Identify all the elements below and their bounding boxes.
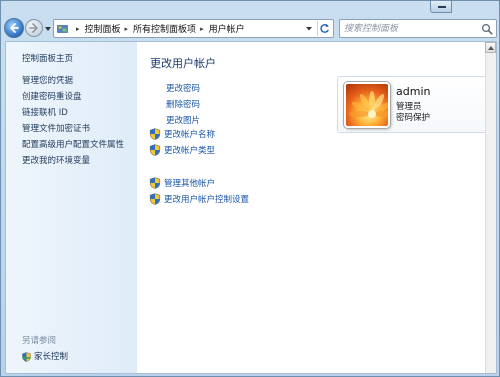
scroll-up-button[interactable] xyxy=(485,42,496,53)
manage-other-accounts-link[interactable]: 管理其他帐户 xyxy=(149,177,215,189)
recent-pages-dropdown-icon[interactable] xyxy=(44,25,52,33)
back-arrow-icon xyxy=(10,23,19,33)
sidebar-parental-controls[interactable]: 家长控制 xyxy=(22,350,68,362)
main-pane: 更改用户帐户 更改密码 删除密码 更改图片 更改帐户名称 更改帐户类型 管理其他… xyxy=(137,42,492,373)
minimize-button[interactable] xyxy=(430,1,452,13)
breadcrumb-control-panel[interactable]: 控制面板 xyxy=(85,22,121,35)
uac-shield-icon xyxy=(149,144,161,156)
sidebar-file-encryption-certificates[interactable]: 管理文件加密证书 xyxy=(22,122,90,134)
change-password-link[interactable]: 更改密码 xyxy=(166,82,200,94)
back-button[interactable] xyxy=(4,18,24,38)
breadcrumb-separator[interactable]: ▸ xyxy=(76,25,80,33)
breadcrumb-all-items[interactable]: 所有控制面板项 xyxy=(133,22,196,35)
breadcrumb-separator[interactable]: ▸ xyxy=(125,25,129,33)
change-uac-settings-label: 更改用户帐户控制设置 xyxy=(164,195,250,205)
remove-password-link[interactable]: 删除密码 xyxy=(166,98,200,110)
control-panel-icon xyxy=(57,25,68,33)
sidebar-link-online-id[interactable]: 链接联机 ID xyxy=(22,106,68,118)
address-history-dropdown-icon[interactable] xyxy=(303,20,315,37)
page-title: 更改用户帐户 xyxy=(150,57,216,70)
account-picture xyxy=(344,82,390,128)
forward-button[interactable] xyxy=(25,19,43,37)
change-account-name-link[interactable]: 更改帐户名称 xyxy=(149,128,215,140)
content-area: 控制面板主页 管理您的凭据 创建密码重设盘 链接联机 ID 管理文件加密证书 配… xyxy=(5,41,497,374)
change-uac-settings-link[interactable]: 更改用户帐户控制设置 xyxy=(149,193,249,205)
forward-arrow-icon xyxy=(29,23,38,33)
search-icon[interactable] xyxy=(481,23,493,35)
breadcrumb-separator[interactable]: ▸ xyxy=(200,25,204,33)
sidebar-password-reset-disk[interactable]: 创建密码重设盘 xyxy=(22,90,82,102)
sidebar-advanced-profile-properties[interactable]: 配置高级用户配置文件属性 xyxy=(22,138,124,150)
search-box xyxy=(339,19,497,38)
sidebar-control-panel-home[interactable]: 控制面板主页 xyxy=(22,52,73,64)
sidebar-environment-variables[interactable]: 更改我的环境变量 xyxy=(22,154,90,166)
uac-shield-icon xyxy=(22,351,31,362)
address-bar[interactable]: ▸ 控制面板 ▸ 所有控制面板项 ▸ 用户帐户 xyxy=(53,19,334,38)
change-account-name-label: 更改帐户名称 xyxy=(164,130,216,140)
task-pane: 控制面板主页 管理您的凭据 创建密码重设盘 链接联机 ID 管理文件加密证书 配… xyxy=(6,42,137,373)
uac-shield-icon xyxy=(149,193,161,205)
minimize-icon xyxy=(438,6,446,8)
uac-shield-icon xyxy=(149,128,161,140)
vertical-scrollbar[interactable] xyxy=(485,42,496,373)
manage-other-accounts-label: 管理其他帐户 xyxy=(164,179,216,189)
flower-picture xyxy=(349,91,388,118)
refresh-icon[interactable] xyxy=(317,21,332,36)
change-picture-link[interactable]: 更改图片 xyxy=(166,114,200,126)
navigation-bar: ▸ 控制面板 ▸ 所有控制面板项 ▸ 用户帐户 xyxy=(1,15,499,41)
search-input[interactable] xyxy=(344,21,478,36)
window: ▸ 控制面板 ▸ 所有控制面板项 ▸ 用户帐户 搜索控制面板 控制面板主页 管理… xyxy=(0,0,500,377)
account-card: admin 管理员 密码保护 xyxy=(337,76,492,133)
chevron-up-icon xyxy=(488,46,494,50)
sidebar-manage-credentials[interactable]: 管理您的凭据 xyxy=(22,74,73,86)
change-account-type-link[interactable]: 更改帐户类型 xyxy=(149,144,215,156)
breadcrumb: ▸ 控制面板 ▸ 所有控制面板项 ▸ 用户帐户 xyxy=(72,20,245,37)
breadcrumb-user-accounts[interactable]: 用户帐户 xyxy=(209,22,245,35)
account-name: admin xyxy=(396,85,431,98)
parental-controls-label: 家长控制 xyxy=(34,352,69,362)
password-status: 密码保护 xyxy=(396,113,431,123)
see-also-heading: 另请参阅 xyxy=(22,336,57,346)
change-account-type-label: 更改帐户类型 xyxy=(164,146,216,156)
uac-shield-icon xyxy=(149,177,161,189)
